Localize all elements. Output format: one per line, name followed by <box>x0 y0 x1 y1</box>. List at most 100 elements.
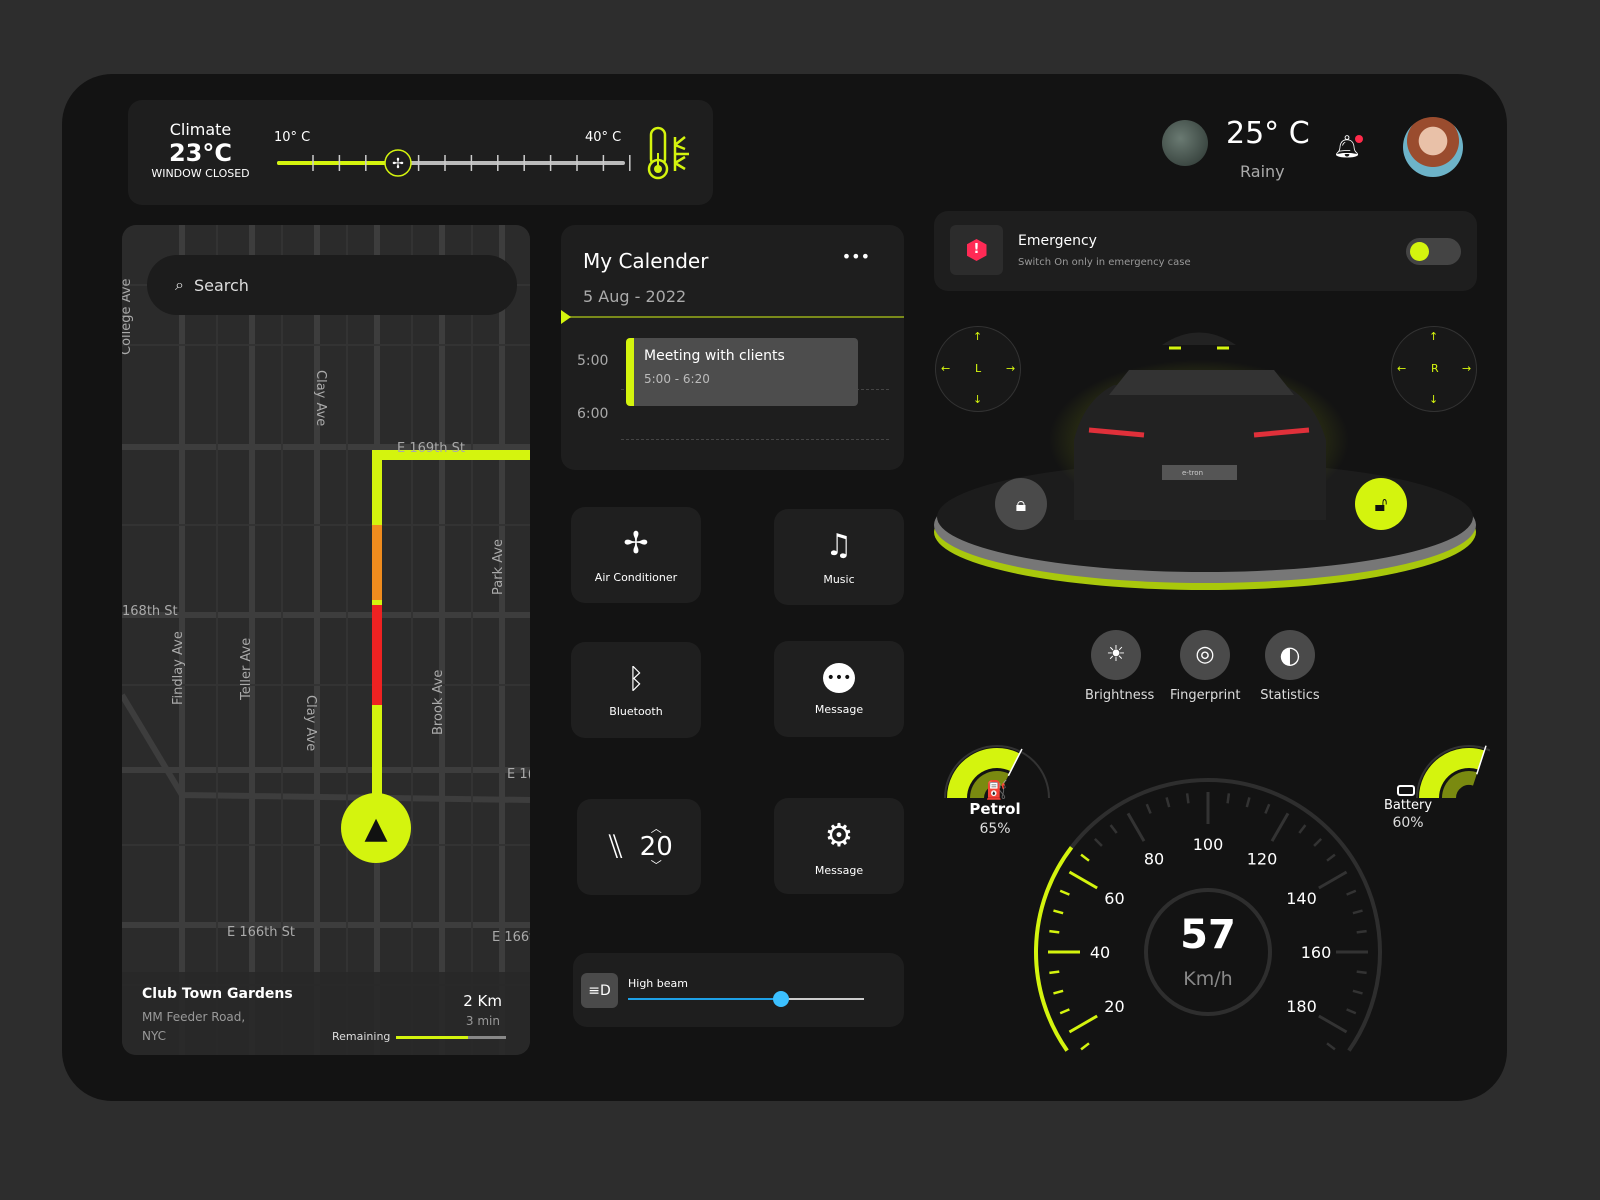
destination-city: NYC <box>142 1029 167 1043</box>
speed-tick <box>1264 803 1271 814</box>
speed-tick <box>1298 824 1307 834</box>
speed-tick <box>1093 837 1103 847</box>
speed-value: 57 <box>1180 912 1236 958</box>
street-label: Clay Ave <box>313 370 328 426</box>
speed-tick <box>1346 1008 1357 1015</box>
bell-icon[interactable]: 🔔︎ <box>1333 135 1363 160</box>
speed-tick-label: 60 <box>1104 889 1124 908</box>
seat-value: 20 <box>639 832 673 862</box>
seat-control[interactable]: ⑊ ︿ 20 ﹀ <box>577 799 701 895</box>
street-label: Clay Ave <box>303 695 318 751</box>
seat-icon: ⑊ <box>605 827 626 867</box>
speed-tick <box>1346 889 1357 896</box>
battery-icon <box>1397 785 1415 796</box>
settings-button[interactable]: ⚙ Message <box>774 798 904 894</box>
high-beam-label: High beam <box>628 977 688 990</box>
time-slot: 6:00 <box>577 406 609 422</box>
control-label: Fingerprint <box>1170 688 1241 703</box>
speed-tick <box>1059 1008 1070 1015</box>
air-conditioner-button[interactable]: ✢ Air Conditioner <box>571 507 701 603</box>
control-label: Brightness <box>1085 688 1155 703</box>
climate-temp: 23°C <box>168 139 232 167</box>
speed-tick <box>1352 909 1363 915</box>
fingerprint-icon: ◎ <box>1180 630 1230 680</box>
tile-label: Message <box>814 863 864 877</box>
event-time: 5:00 - 6:20 <box>644 372 710 386</box>
message-icon: ••• <box>823 662 855 693</box>
gear-icon: ⚙ <box>824 815 854 854</box>
distance-remaining: 2 Km <box>463 992 502 1010</box>
search-input[interactable]: ⌕ Search <box>147 255 517 315</box>
music-button[interactable]: ♫ Music <box>774 509 904 605</box>
street-label: E 169th St <box>397 441 465 456</box>
speed-tick-label: 120 <box>1247 849 1278 868</box>
emergency-title: Emergency <box>1018 233 1097 249</box>
map-card[interactable]: College Ave Clay Ave E 169th St 168th St Fin… <box>122 225 530 1055</box>
current-time-line <box>561 316 904 318</box>
street-label: College Ave <box>122 279 134 355</box>
street-label: Brook Ave <box>431 670 446 735</box>
brightness-button[interactable]: ☀ Brightness <box>1085 630 1155 703</box>
speed-active-arc <box>1034 846 1074 1052</box>
chevron-down-icon[interactable]: ﹀ <box>651 860 662 871</box>
speed-tick <box>1109 824 1118 834</box>
speed-tick-label: 100 <box>1193 835 1224 854</box>
speed-tick <box>1185 793 1190 804</box>
street-label: Findlay Ave <box>171 631 186 705</box>
speed-tick <box>1326 853 1336 862</box>
fingerprint-button[interactable]: ◎ Fingerprint <box>1170 630 1241 703</box>
speed-tick <box>1145 803 1152 814</box>
speed-tick <box>1270 812 1290 842</box>
speed-tick <box>1049 929 1060 934</box>
navigation-arrow-icon[interactable]: ▲ <box>341 793 411 863</box>
ellipsis-icon[interactable]: ••• <box>842 247 870 266</box>
calendar-event[interactable]: Meeting with clients 5:00 - 6:20 <box>626 338 858 406</box>
speed-tick <box>1049 970 1060 975</box>
speed-tick <box>1068 1014 1098 1034</box>
svg-text:✢: ✢ <box>392 156 404 172</box>
street-label: Park Ave <box>491 539 506 595</box>
bluetooth-button[interactable]: ᛒ Bluetooth <box>571 642 701 738</box>
avatar[interactable] <box>1403 117 1463 177</box>
brightness-icon: ☀ <box>1091 630 1141 680</box>
emergency-subtitle: Switch On only in emergency case <box>1018 257 1191 268</box>
speed-tick-label: 160 <box>1301 943 1332 962</box>
speed-tick <box>1313 837 1323 847</box>
remaining-progress <box>396 1036 506 1039</box>
climate-max: 40° C <box>585 130 622 145</box>
speed-tick <box>1326 1042 1336 1051</box>
high-beam-icon: ≡D <box>581 973 618 1008</box>
speed-tick-label: 40 <box>1090 943 1110 962</box>
tile-label: Air Conditioner <box>594 571 678 584</box>
weather-moon-icon <box>1162 120 1208 166</box>
weather-condition: Rainy <box>1240 162 1285 181</box>
right-mirror-control[interactable]: ↑ ↓ ← → R <box>1391 326 1477 412</box>
petrol-value: 65% <box>979 821 1011 837</box>
left-mirror-control[interactable]: ↑ ↓ ← → L <box>935 326 1021 412</box>
calendar-title: My Calender <box>583 249 709 273</box>
mirror-label: L <box>975 362 982 375</box>
unlock-icon[interactable]: 🔓︎ <box>1355 478 1407 530</box>
high-beam-card: ≡D High beam <box>573 953 904 1027</box>
control-label: Statistics <box>1260 688 1320 703</box>
speed-tick <box>1059 889 1070 896</box>
speed-tick <box>1356 929 1367 934</box>
event-title: Meeting with clients <box>644 348 785 364</box>
high-beam-slider[interactable] <box>628 991 864 1007</box>
window-status: WINDOW CLOSED <box>151 167 250 180</box>
climate-slider[interactable]: ✢ <box>273 145 633 181</box>
calendar-card: My Calender ••• 5 Aug - 2022 5:00 6:00 M… <box>561 225 904 470</box>
speed-tick <box>1356 970 1367 975</box>
music-icon: ♫ <box>825 528 853 563</box>
contrast-icon: ◐ <box>1265 630 1315 680</box>
search-placeholder: Search <box>193 275 249 295</box>
thermometer-snow-icon[interactable] <box>643 125 698 183</box>
remaining-label: Remaining <box>332 1030 391 1043</box>
map[interactable]: College Ave Clay Ave E 169th St 168th St Fin… <box>122 225 530 1055</box>
emergency-toggle[interactable] <box>1406 238 1461 265</box>
statistics-button[interactable]: ◐ Statistics <box>1258 630 1322 703</box>
speed-tick <box>1245 797 1251 808</box>
tile-label: Bluetooth <box>609 705 663 718</box>
message-button[interactable]: ••• Message <box>774 641 904 737</box>
lock-icon[interactable]: 🔒︎ <box>995 478 1047 530</box>
